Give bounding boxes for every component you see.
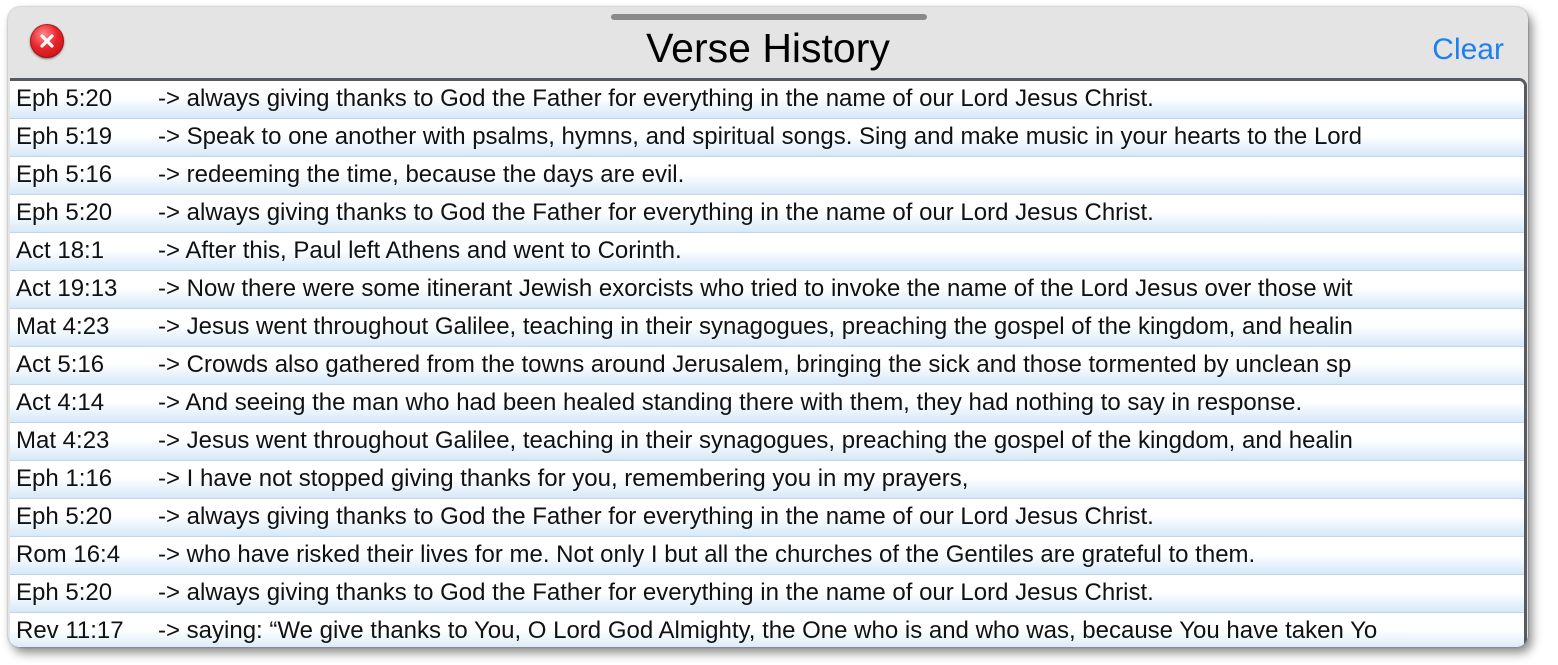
- verse-text: -> redeeming the time, because the days …: [158, 161, 685, 188]
- verse-reference: Eph 1:16: [16, 465, 113, 492]
- verse-reference: Mat 4:23: [16, 427, 110, 454]
- verse-reference: Eph 5:20: [16, 503, 113, 530]
- history-row[interactable]: Act 4:14 -> And seeing the man who had be…: [10, 385, 1524, 423]
- verse-reference: Act 4:14: [16, 389, 105, 416]
- history-row[interactable]: Eph 5:16 -> redeeming the time, because t…: [10, 157, 1524, 195]
- verse-history-list[interactable]: Eph 5:20 -> always giving thanks to God t…: [10, 78, 1527, 647]
- verse-text: -> always giving thanks to God the Fathe…: [158, 579, 1154, 606]
- verse-reference: Eph 5:20: [16, 85, 113, 112]
- history-row[interactable]: Eph 5:20 -> always giving thanks to God t…: [10, 499, 1524, 537]
- verse-reference: Eph 5:19: [16, 123, 113, 150]
- verse-reference: Act 18:1: [16, 237, 105, 264]
- verse-reference: Mat 4:23: [16, 313, 110, 340]
- verse-text: -> always giving thanks to God the Fathe…: [158, 199, 1154, 226]
- verse-reference: Act 5:16: [16, 351, 105, 378]
- verse-text: -> always giving thanks to God the Fathe…: [158, 503, 1154, 530]
- verse-reference: Act 19:13: [16, 275, 118, 302]
- clear-button[interactable]: Clear: [1432, 32, 1504, 68]
- history-row[interactable]: Eph 5:20 -> always giving thanks to God t…: [10, 575, 1524, 613]
- history-row[interactable]: Rev 11:17 -> saying: “We give thanks to Y…: [10, 613, 1524, 647]
- verse-text: -> Jesus went throughout Galilee, teachi…: [158, 427, 1353, 454]
- history-row[interactable]: Act 19:13 -> Now there were some itineran…: [10, 271, 1524, 309]
- verse-history-panel: Verse History Clear Eph 5:20 -> always gi…: [8, 7, 1528, 647]
- history-row[interactable]: Act 5:16 -> Crowds also gathered from the…: [10, 347, 1524, 385]
- verse-text: -> Crowds also gathered from the towns a…: [158, 351, 1352, 378]
- history-row[interactable]: Eph 5:20 -> always giving thanks to God t…: [10, 81, 1524, 119]
- history-row[interactable]: Eph 5:20 -> always giving thanks to God t…: [10, 195, 1524, 233]
- verse-text: -> who have risked their lives for me. N…: [158, 541, 1256, 568]
- verse-text: -> Jesus went throughout Galilee, teachi…: [158, 313, 1353, 340]
- verse-text: -> And seeing the man who had been heale…: [158, 389, 1303, 416]
- history-row[interactable]: Eph 5:19 -> Speak to one another with psa…: [10, 119, 1524, 157]
- history-row[interactable]: Eph 1:16 -> I have not stopped giving tha…: [10, 461, 1524, 499]
- verse-reference: Eph 5:16: [16, 161, 113, 188]
- verse-reference: Eph 5:20: [16, 579, 113, 606]
- verse-reference: Eph 5:20: [16, 199, 113, 226]
- verse-text: -> After this, Paul left Athens and went…: [158, 237, 682, 264]
- verse-text: -> saying: “We give thanks to You, O Lor…: [158, 617, 1378, 644]
- history-row[interactable]: Act 18:1 -> After this, Paul left Athens …: [10, 233, 1524, 271]
- verse-text: -> always giving thanks to God the Fathe…: [158, 85, 1154, 112]
- sheet-grabber-handle[interactable]: [611, 14, 927, 20]
- history-row[interactable]: Mat 4:23 -> Jesus went throughout Galilee…: [10, 309, 1524, 347]
- verse-text: -> I have not stopped giving thanks for …: [158, 465, 969, 492]
- history-row[interactable]: Rom 16:4 -> who have risked their lives f…: [10, 537, 1524, 575]
- verse-reference: Rom 16:4: [16, 541, 121, 568]
- verse-text: -> Speak to one another with psalms, hym…: [158, 123, 1362, 150]
- page-title: Verse History: [646, 25, 890, 71]
- verse-reference: Rev 11:17: [16, 617, 124, 644]
- history-row[interactable]: Mat 4:23 -> Jesus went throughout Galilee…: [10, 423, 1524, 461]
- verse-text: -> Now there were some itinerant Jewish …: [158, 275, 1353, 302]
